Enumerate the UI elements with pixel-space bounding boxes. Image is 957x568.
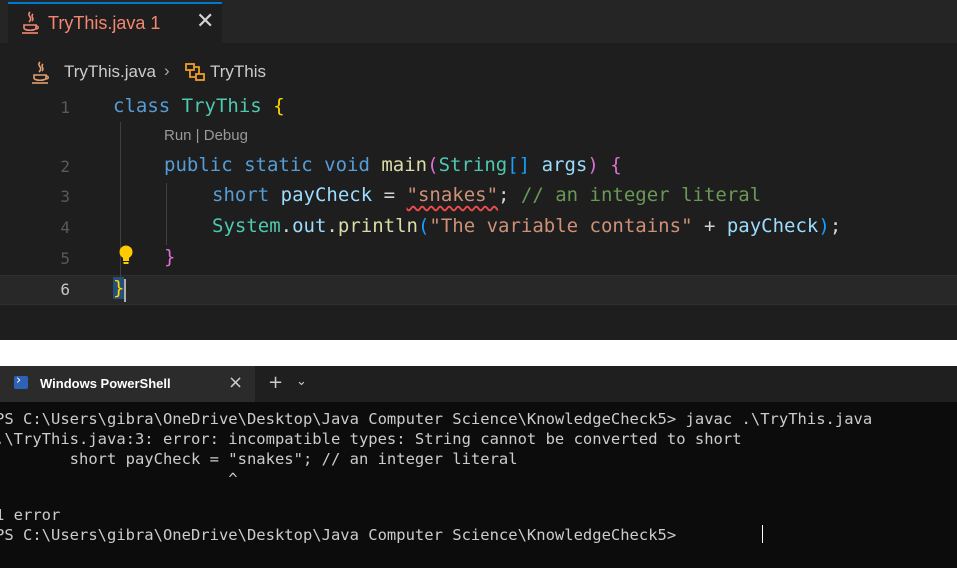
line-number-active: 6 — [60, 280, 70, 299]
terminal-cursor — [762, 525, 763, 543]
lightbulb-icon[interactable] — [118, 244, 134, 270]
code-line-4[interactable]: System.out.println("The variable contain… — [212, 215, 841, 237]
breadcrumb: TryThis.java › TryThis — [0, 60, 957, 86]
line-number: 2 — [60, 157, 70, 176]
breadcrumb-file[interactable]: TryThis.java — [64, 62, 156, 82]
close-icon[interactable]: × — [228, 372, 243, 393]
terminal-tab-title: Windows PowerShell — [40, 376, 171, 391]
problem-count-badge: 1 — [150, 13, 161, 33]
java-icon — [20, 10, 40, 40]
code-line-2[interactable]: public static void main(String[] args) { — [164, 154, 622, 176]
terminal-line: short payCheck = "snakes"; // an integer… — [0, 450, 518, 468]
terminal-window[interactable]: › Windows PowerShell × + ⌄ PS C:\Users\g… — [0, 366, 957, 568]
indent-guide — [166, 183, 167, 245]
terminal-line: PS C:\Users\gibra\OneDrive\Desktop\Java … — [0, 410, 873, 428]
text-cursor — [124, 279, 126, 302]
terminal-line: .\TryThis.java:3: error: incompatible ty… — [0, 430, 742, 448]
tab-label: TryThis.java 1 — [48, 13, 161, 33]
powershell-icon: › — [14, 373, 28, 389]
code-line-5[interactable]: } — [164, 246, 175, 268]
code-editor[interactable]: TryThis.java 1 ✕ TryThis.java › TryThis … — [0, 0, 957, 340]
error-squiggle: "snakes" — [406, 184, 499, 206]
line-number: 4 — [60, 218, 70, 237]
new-tab-button[interactable]: + — [268, 372, 283, 393]
line-number: 1 — [60, 98, 70, 117]
terminal-prompt[interactable]: PS C:\Users\gibra\OneDrive\Desktop\Java … — [0, 526, 686, 544]
editor-tab-bar: TryThis.java 1 ✕ — [0, 0, 957, 43]
code-line-6[interactable]: } — [113, 277, 125, 299]
matched-brace: } — [113, 277, 125, 299]
line-number: 5 — [60, 249, 70, 268]
code-line-1[interactable]: class TryThis { — [113, 95, 285, 117]
terminal-tab-powershell[interactable]: › Windows PowerShell × — [0, 366, 255, 402]
editor-tab-trythis[interactable]: TryThis.java 1 ✕ — [8, 2, 222, 43]
current-line-highlight — [0, 275, 957, 305]
breadcrumb-class[interactable]: TryThis — [210, 62, 266, 82]
class-icon — [184, 61, 206, 88]
terminal-tab-bar: › Windows PowerShell × + ⌄ — [0, 366, 957, 402]
codelens-run-debug[interactable]: Run | Debug — [164, 127, 248, 144]
line-number: 3 — [60, 187, 70, 206]
java-icon — [30, 60, 50, 91]
terminal-line: 1 error — [0, 506, 61, 524]
chevron-right-icon: › — [164, 61, 170, 80]
close-icon[interactable]: ✕ — [196, 9, 214, 34]
code-line-3[interactable]: short payCheck = "snakes"; // an integer… — [212, 184, 761, 206]
chevron-down-icon[interactable]: ⌄ — [296, 374, 307, 389]
terminal-line: ^ — [0, 470, 238, 488]
